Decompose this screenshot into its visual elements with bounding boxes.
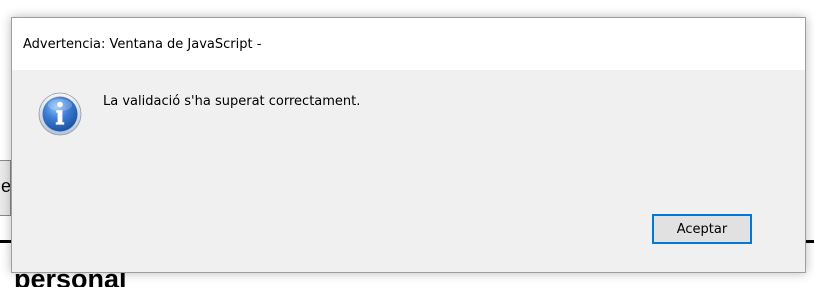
dialog-title: Advertencia: Ventana de JavaScript -: [23, 37, 262, 52]
alert-dialog: Advertencia: Ventana de JavaScript - La: [11, 17, 806, 273]
background-input-box: e: [0, 160, 11, 216]
ok-button[interactable]: Aceptar: [652, 214, 752, 244]
background-box-text: e: [1, 176, 11, 196]
dialog-message: La validació s'ha superat correctament.: [103, 94, 361, 109]
dialog-titlebar[interactable]: Advertencia: Ventana de JavaScript -: [12, 18, 805, 70]
information-icon: [38, 92, 82, 136]
screen: e personal Advertencia: Ventana de JavaS…: [0, 0, 814, 287]
